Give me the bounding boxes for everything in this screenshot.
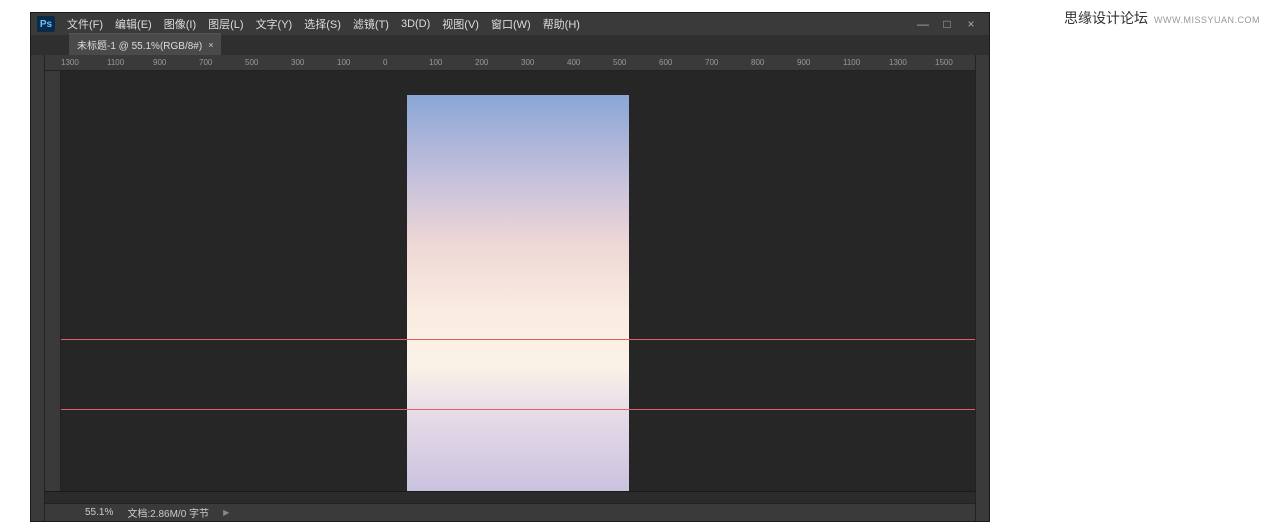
menu-bar: Ps 文件(F) 编辑(E) 图像(I) 图层(L) 文字(Y) 选择(S) 滤… [31, 13, 989, 35]
watermark: 思缘设计论坛 WWW.MISSYUAN.COM [1064, 8, 1260, 28]
ruler-tick: 1500 [935, 58, 975, 67]
main-area: 1300110090070050030010001002003004005006… [45, 55, 975, 521]
ruler-tick: 400 [567, 58, 613, 67]
ruler-tick: 700 [705, 58, 751, 67]
menu-type[interactable]: 文字(Y) [250, 16, 299, 32]
ruler-tick: 300 [521, 58, 567, 67]
window-minimize-button[interactable]: — [917, 17, 929, 31]
canvas-row [45, 71, 975, 491]
ruler-tick: 900 [153, 58, 199, 67]
scrollbar-horizontal[interactable] [45, 491, 975, 503]
ruler-tick: 0 [383, 58, 429, 67]
ruler-horizontal[interactable]: 1300110090070050030010001002003004005006… [45, 55, 975, 71]
document-tab[interactable]: 未标题-1 @ 55.1%(RGB/8#) × [69, 33, 221, 55]
menu-file[interactable]: 文件(F) [61, 16, 109, 32]
status-zoom[interactable]: 55.1% [85, 507, 113, 518]
work-area: 1300110090070050030010001002003004005006… [31, 55, 989, 521]
left-panel-strip[interactable] [31, 55, 45, 521]
gradient-reflection-layer [407, 366, 629, 491]
window-close-button[interactable]: × [965, 17, 977, 31]
ruler-tick: 1100 [107, 58, 153, 67]
document-tab-bar: 未标题-1 @ 55.1%(RGB/8#) × [31, 35, 989, 55]
menu-3d[interactable]: 3D(D) [395, 18, 436, 30]
menu-filter[interactable]: 滤镜(T) [347, 16, 395, 32]
ruler-tick: 600 [659, 58, 705, 67]
gradient-sky-layer [407, 95, 629, 366]
ruler-tick: 1300 [61, 58, 107, 67]
artboard [407, 95, 629, 491]
window-maximize-button[interactable]: □ [941, 17, 953, 31]
status-document-size[interactable]: 文档:2.86M/0 字节 [127, 505, 209, 520]
ruler-tick: 1300 [889, 58, 935, 67]
ruler-vertical[interactable] [45, 71, 61, 491]
status-bar: 55.1% 文档:2.86M/0 字节 ▶ [45, 503, 975, 521]
menu-image[interactable]: 图像(I) [158, 16, 202, 32]
watermark-text-url: WWW.MISSYUAN.COM [1154, 15, 1260, 25]
ruler-tick: 500 [245, 58, 291, 67]
ruler-tick: 800 [751, 58, 797, 67]
ruler-tick: 100 [337, 58, 383, 67]
menu-help[interactable]: 帮助(H) [537, 16, 586, 32]
menu-layer[interactable]: 图层(L) [202, 16, 249, 32]
menu-view[interactable]: 视图(V) [436, 16, 485, 32]
menu-select[interactable]: 选择(S) [298, 16, 347, 32]
ruler-tick: 200 [475, 58, 521, 67]
ruler-tick: 300 [291, 58, 337, 67]
window-controls: — □ × [917, 17, 983, 31]
menu-window[interactable]: 窗口(W) [485, 16, 537, 32]
watermark-text-cn: 思缘设计论坛 [1064, 8, 1148, 28]
ruler-tick: 500 [613, 58, 659, 67]
canvas-viewport[interactable] [61, 71, 975, 491]
app-logo: Ps [37, 16, 55, 32]
ruler-tick: 700 [199, 58, 245, 67]
close-icon[interactable]: × [208, 40, 213, 50]
document-tab-label: 未标题-1 @ 55.1%(RGB/8#) [77, 37, 202, 52]
ruler-tick: 100 [429, 58, 475, 67]
right-panel-strip[interactable] [975, 55, 989, 521]
ruler-tick: 900 [797, 58, 843, 67]
chevron-right-icon[interactable]: ▶ [223, 508, 229, 517]
ruler-tick: 1100 [843, 58, 889, 67]
guide-horizontal-2[interactable] [61, 409, 975, 410]
menu-edit[interactable]: 编辑(E) [109, 16, 158, 32]
guide-horizontal-1[interactable] [61, 339, 975, 340]
photoshop-window: Ps 文件(F) 编辑(E) 图像(I) 图层(L) 文字(Y) 选择(S) 滤… [30, 12, 990, 522]
